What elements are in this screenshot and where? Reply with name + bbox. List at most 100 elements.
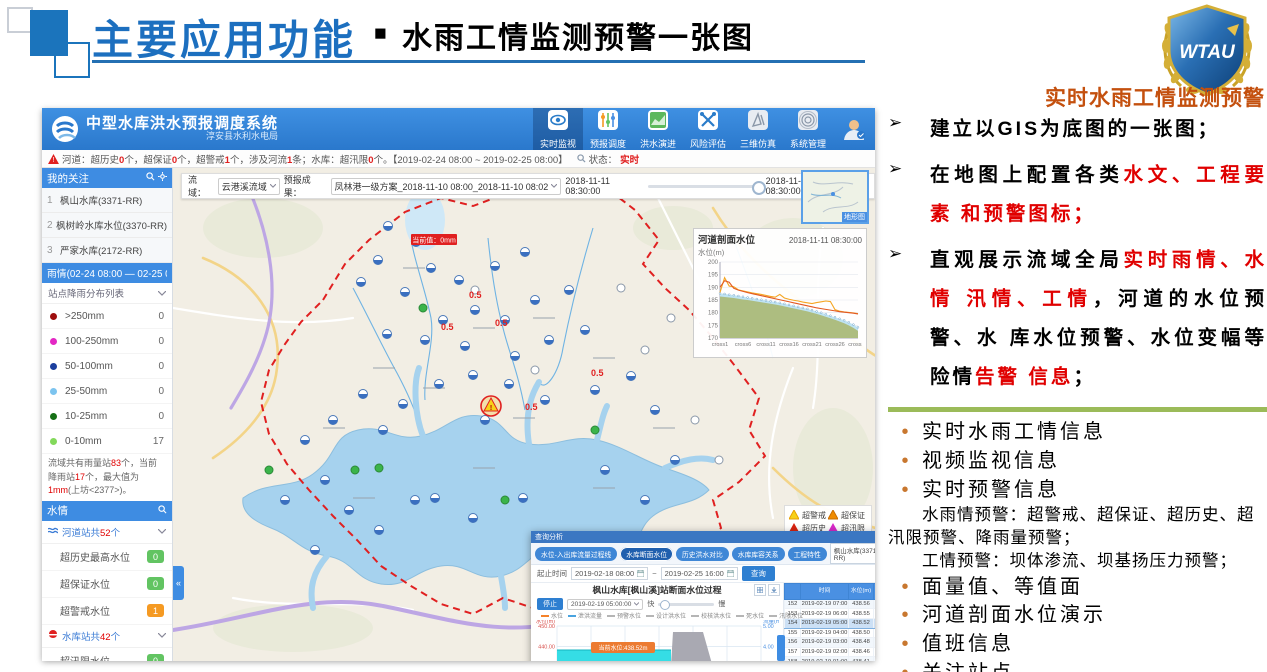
table-view-icon[interactable] [754,584,766,596]
nav-item-洪水演进[interactable]: 洪水演进 [633,108,683,150]
reservoir-marker[interactable] [399,400,408,409]
nav-item-三维仿真[interactable]: 三维仿真 [733,108,783,150]
reservoir-marker[interactable] [359,390,368,399]
reservoir-marker[interactable] [541,396,550,405]
rain-gauge-marker[interactable] [375,464,383,472]
download-icon[interactable] [768,584,780,596]
reservoir-marker[interactable] [469,371,478,380]
gear-icon[interactable] [158,172,167,184]
user-avatar[interactable] [833,116,875,142]
speed-slider-knob[interactable] [660,600,670,610]
rain-gauge-marker[interactable] [501,496,509,504]
magnifier-icon[interactable] [577,154,586,163]
query-button[interactable]: 查询 [742,566,775,581]
reservoir-marker[interactable] [321,476,330,485]
water-item-row[interactable]: 超历史最高水位0 [42,544,172,571]
reservoir-marker[interactable] [505,380,514,389]
rain-level-row[interactable]: >250mm0 [42,304,172,329]
station-marker[interactable] [641,346,649,354]
reservoir-marker[interactable] [469,514,478,523]
reservoir-marker[interactable] [345,506,354,515]
rain-level-row[interactable]: 100-250mm0 [42,329,172,354]
nav-item-预报调度[interactable]: 预报调度 [583,108,633,150]
reservoir-marker[interactable] [329,416,338,425]
water-group-header[interactable]: 水库站共42个 [42,625,172,648]
stop-button[interactable]: 停止 [537,598,563,610]
reservoir-marker[interactable] [545,336,554,345]
table-row[interactable]: 1582019-02-19 01:00438.41--↑ [785,657,876,661]
reservoir-marker[interactable] [374,256,383,265]
search-icon[interactable] [146,172,155,184]
reservoir-marker[interactable] [627,372,636,381]
water-item-row[interactable]: 超警戒水位1 [42,598,172,625]
station-marker[interactable] [617,284,625,292]
reservoir-marker[interactable] [581,326,590,335]
nav-item-风险评估[interactable]: 风险评估 [683,108,733,150]
table-row[interactable]: 1522019-02-19 07:00438.56--↑ [785,599,876,609]
search-icon[interactable] [158,505,167,517]
rain-gauge-marker[interactable] [351,466,359,474]
reservoir-marker[interactable] [431,494,440,503]
water-item-row[interactable]: 超汛限水位0 [42,648,172,662]
date-to-input[interactable]: 2019-02-25 16:00 [661,567,738,580]
reservoir-marker[interactable] [384,222,393,231]
station-marker[interactable] [667,314,675,322]
reservoir-marker[interactable] [411,496,420,505]
time-select[interactable]: 2019-02-19 05:00:00 [567,599,643,610]
reservoir-marker[interactable] [357,278,366,287]
reservoir-marker[interactable] [383,330,392,339]
reservoir-marker[interactable] [565,286,574,295]
rain-level-row[interactable]: 10-25mm0 [42,404,172,429]
station-marker[interactable] [691,416,699,424]
reservoir-marker[interactable] [401,288,410,297]
time-slider-knob[interactable] [752,181,766,195]
alert-marker[interactable]: ! [481,396,501,416]
reservoir-marker[interactable] [301,436,310,445]
popup-titlebar[interactable]: 查询分析 ○ ✕ [531,531,875,543]
reservoir-marker[interactable] [531,296,540,305]
reservoir-marker[interactable] [521,248,530,257]
nav-item-实时监视[interactable]: 实时监视 [533,108,583,150]
reservoir-marker[interactable] [281,496,290,505]
forecast-select[interactable]: 凤林港一级方案_2018-11-10 08:00_2018-11-10 08:0… [331,178,562,195]
reservoir-marker[interactable] [435,380,444,389]
table-row[interactable]: 1552019-02-19 04:00438.50--↑ [785,628,876,638]
popup-tab-历史洪水对比[interactable]: 历史洪水对比 [676,547,729,561]
nav-item-系统管理[interactable]: 系统管理 [783,108,833,150]
water-group-header[interactable]: 河道站共52个 [42,521,172,544]
rain-distribution-row[interactable]: 站点降雨分布列表 [42,283,172,304]
reservoir-marker[interactable] [641,496,650,505]
reservoir-marker[interactable] [591,386,600,395]
time-slider[interactable] [648,185,762,188]
water-item-row[interactable]: 超保证水位0 [42,571,172,598]
popup-tab-水库库容关系[interactable]: 水库库容关系 [732,547,785,561]
table-row[interactable]: 1562019-02-19 03:00438.48--↑ [785,638,876,648]
reservoir-marker[interactable] [511,352,520,361]
reservoir-marker[interactable] [375,526,384,535]
basin-select[interactable]: 云港溪流域 [218,178,280,195]
focus-item[interactable]: 3严家水库(2172-RR) [42,238,172,263]
focus-item[interactable]: 1枫山水库(3371-RR) [42,188,172,213]
reservoir-marker[interactable] [379,426,388,435]
popup-tab-工程特性[interactable]: 工程特性 [788,547,827,561]
rain-gauge-marker[interactable] [591,426,599,434]
reservoir-marker[interactable] [651,406,660,415]
reservoir-marker[interactable] [491,262,500,271]
rain-level-row[interactable]: 25-50mm0 [42,379,172,404]
reservoir-marker[interactable] [519,494,528,503]
focus-item[interactable]: 2枫树岭水库水位(3370-RR) [42,213,172,238]
minimap-layer-label[interactable]: 地形图 [842,212,867,222]
rain-gauge-marker[interactable] [265,466,273,474]
reservoir-marker[interactable] [601,466,610,475]
water-level-table[interactable]: 时间水位(m)入库(m³/s)出库(m³/s)水势1522019-02-19 0… [784,583,875,661]
popup-tab-水库断面水位[interactable]: 水库断面水位 [620,547,673,561]
chart-side-tab[interactable] [777,635,785,661]
reservoir-marker[interactable] [461,342,470,351]
station-marker[interactable] [531,366,539,374]
reservoir-marker[interactable] [311,546,320,555]
reservoir-marker[interactable] [427,264,436,273]
speed-slider[interactable] [658,603,714,606]
reservoir-marker[interactable] [481,416,490,425]
popup-search-box[interactable]: 枫山水库(3371-RR) [830,543,875,564]
popup-tab-水位-入出库流量过程线[interactable]: 水位-入出库流量过程线 [535,547,617,561]
